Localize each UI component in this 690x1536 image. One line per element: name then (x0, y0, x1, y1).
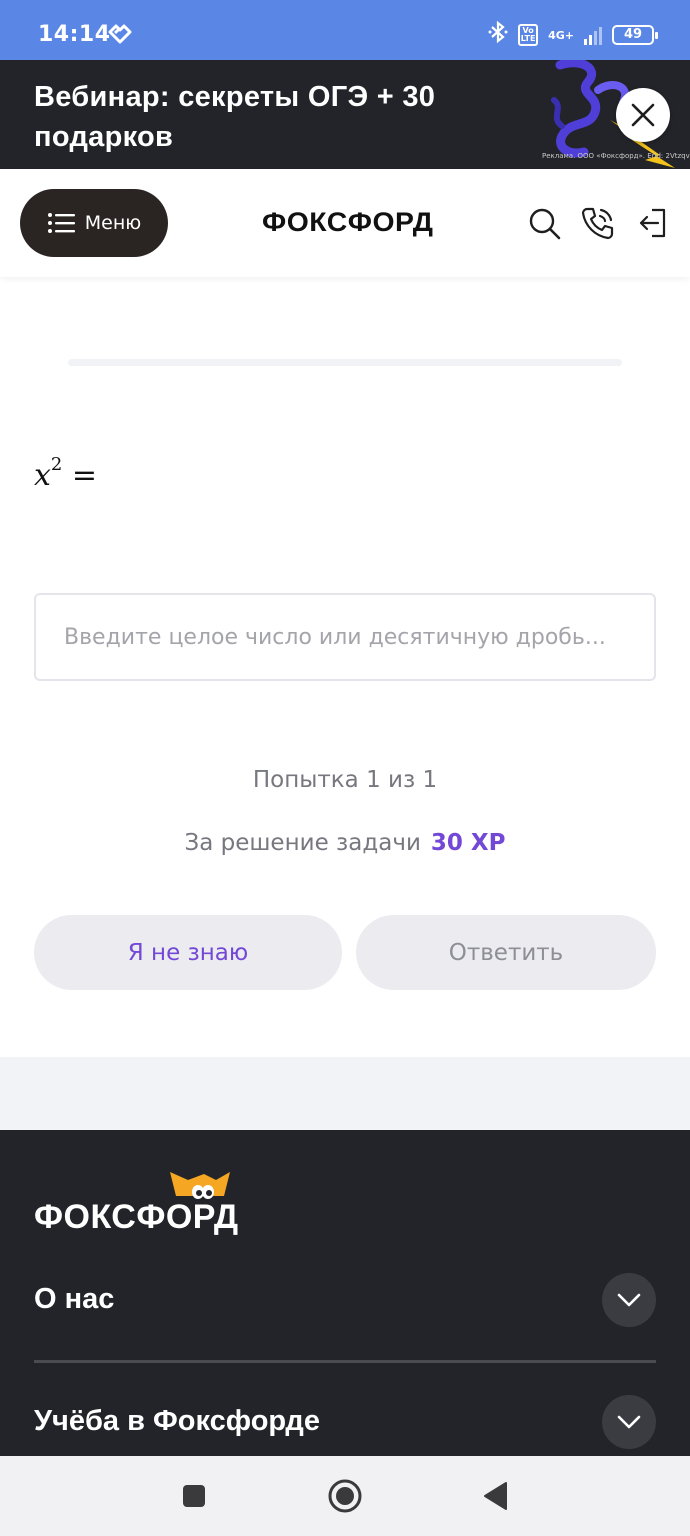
dont-know-button[interactable]: Я не знаю (34, 915, 342, 990)
reward-info: За решение задачи 30 XP (0, 830, 690, 856)
formula-relation: = (71, 458, 98, 493)
task-progress-track (68, 359, 622, 366)
reward-label: За решение задачи (184, 830, 421, 856)
chevron-down-icon[interactable] (602, 1395, 656, 1449)
footer-item-label: О нас (34, 1283, 115, 1315)
attempt-counter: Попытка 1 из 1 (252, 767, 438, 793)
close-icon (631, 103, 655, 127)
formula-exponent: 2 (50, 454, 63, 475)
menu-list-icon (47, 213, 75, 233)
site-logo[interactable]: ФОКСФОРД (262, 207, 433, 238)
phone-icon[interactable] (580, 205, 616, 241)
home-circle-icon (328, 1479, 362, 1513)
battery-icon: 49 (612, 25, 658, 45)
section-spacer (0, 1057, 690, 1130)
square-icon (183, 1485, 205, 1507)
search-icon[interactable] (526, 205, 562, 241)
submit-answer-label: Ответить (448, 939, 564, 966)
dont-know-label: Я не знаю (127, 939, 249, 966)
network-type: 4G+ (548, 28, 574, 42)
answer-input[interactable] (34, 593, 656, 681)
menu-label: Меню (84, 212, 142, 234)
footer-logo-text: ФОКСФОРД (34, 1198, 239, 1236)
system-nav-bar (0, 1456, 690, 1536)
status-bar: 14:14 Vo LTE 4G+ 49 (0, 0, 690, 60)
footer-item-study[interactable]: Учёба в Фоксфорде (34, 1395, 656, 1455)
footer-divider (34, 1360, 656, 1363)
close-ad-button[interactable] (616, 88, 670, 142)
site-header: Меню ФОКСФОРД (0, 169, 690, 277)
back-triangle-icon (484, 1482, 507, 1510)
status-time: 14:14 (38, 22, 111, 47)
menu-button[interactable]: Меню (20, 189, 168, 257)
signal-icon (584, 25, 602, 45)
ad-banner[interactable]: Вебинар: секреты ОГЭ + 30 подарков Рекла… (0, 60, 690, 169)
submit-answer-button[interactable]: Ответить (356, 915, 656, 990)
volte-icon: Vo LTE (518, 24, 539, 46)
task-formula: x2 = (34, 454, 98, 493)
ad-title: Вебинар: секреты ОГЭ + 30 подарков (34, 81, 436, 153)
bluetooth-icon (488, 20, 508, 50)
site-footer: ФОКСФОРД О нас Учёба в Фоксфорде (0, 1130, 690, 1456)
chevron-down-icon[interactable] (602, 1273, 656, 1327)
home-button[interactable] (325, 1476, 365, 1516)
recent-apps-button[interactable] (174, 1476, 214, 1516)
footer-item-about[interactable]: О нас (34, 1273, 656, 1333)
reward-xp: 30 XP (430, 830, 506, 856)
login-icon[interactable] (636, 205, 672, 241)
app-notification-icon (106, 22, 132, 49)
formula-variable: x (34, 458, 51, 493)
ad-legal-text: Реклама. ООО «Фоксфорд». Erid: 2VtzqvZAT… (542, 152, 690, 160)
back-button[interactable] (476, 1476, 516, 1516)
status-icons: Vo LTE 4G+ 49 (488, 20, 658, 50)
footer-item-label: Учёба в Фоксфорде (34, 1405, 320, 1437)
